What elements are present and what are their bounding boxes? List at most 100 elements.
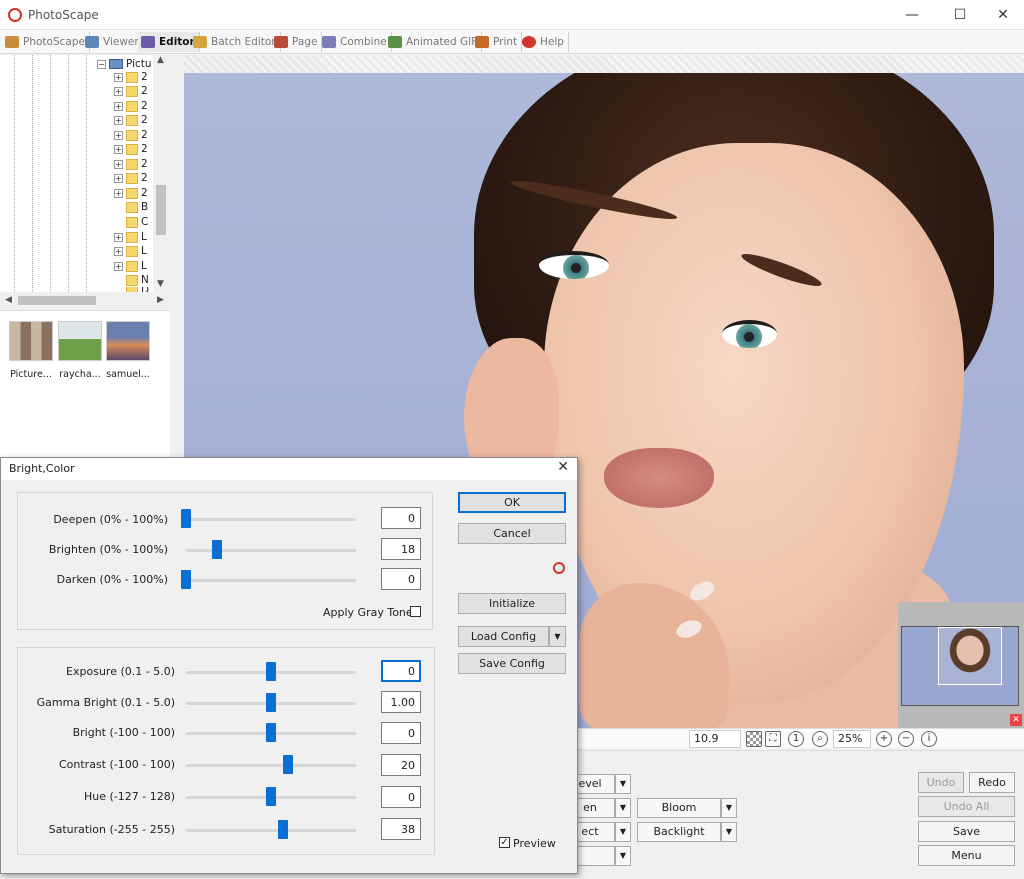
tree-item[interactable]: + L [114, 244, 147, 258]
brighten-slider[interactable] [211, 540, 222, 559]
tree-vertical-scrollbar[interactable]: ▲ ▼ [153, 55, 170, 292]
contrast-value[interactable]: 20 [381, 754, 421, 776]
hue-slider[interactable] [266, 787, 276, 806]
expand-icon[interactable]: + [114, 188, 123, 198]
tree-item[interactable]: + L [114, 230, 147, 244]
save-button[interactable]: Save [918, 821, 1015, 842]
exposure-slider[interactable] [266, 662, 276, 681]
fit-screen-icon[interactable]: ⛶ [765, 731, 781, 747]
scroll-down-icon[interactable]: ▼ [157, 279, 164, 289]
tree-item[interactable]: +2 [114, 99, 148, 113]
scroll-left-icon[interactable]: ◀ [5, 295, 12, 305]
tree-item[interactable]: +2 [114, 142, 148, 156]
gamma-bright-slider[interactable] [266, 693, 276, 712]
thumbnail-item[interactable]: Picture... [8, 321, 54, 380]
effect-dropdown-icon[interactable]: ▼ [615, 822, 631, 842]
tab-viewer[interactable]: Viewer [82, 32, 144, 52]
undo-all-button[interactable]: Undo All [918, 796, 1015, 817]
contrast-track[interactable] [186, 764, 356, 767]
level-dropdown-icon[interactable]: ▼ [615, 774, 631, 794]
save-config-button[interactable]: Save Config [458, 653, 566, 674]
tree-item[interactable]: +2 [114, 128, 148, 142]
saturation-value[interactable]: 38 [381, 818, 421, 840]
collapse-icon[interactable]: − [97, 59, 106, 69]
expand-icon[interactable]: + [114, 115, 123, 125]
brighten-value[interactable]: 18 [381, 538, 421, 560]
expand-icon[interactable]: + [114, 232, 123, 242]
undo-button[interactable]: Undo [918, 772, 964, 793]
bloom-button[interactable]: Bloom [637, 798, 721, 818]
expand-icon[interactable]: + [114, 159, 123, 169]
tree-item[interactable]: +2 [114, 84, 148, 98]
cancel-button[interactable]: Cancel [458, 523, 566, 544]
minimize-button[interactable]: — [892, 4, 932, 26]
tab-photoscape[interactable]: PhotoScape [2, 32, 90, 52]
close-button[interactable]: ✕ [983, 4, 1023, 26]
dialog-close-icon[interactable]: ✕ [557, 459, 569, 475]
expand-icon[interactable]: + [114, 101, 123, 111]
scroll-up-icon[interactable]: ▲ [157, 55, 164, 65]
tree-item[interactable]: +2 [114, 70, 148, 84]
transparency-icon[interactable] [746, 731, 762, 747]
tree-root-pictures[interactable]: − Pictu [97, 58, 152, 70]
zoom-level[interactable]: 25% [833, 730, 871, 748]
scroll-right-icon[interactable]: ▶ [157, 295, 164, 305]
expand-icon[interactable]: + [114, 246, 123, 256]
tree-item[interactable]: C [114, 215, 148, 229]
saturation-slider[interactable] [277, 820, 288, 839]
thumbnail-item[interactable]: samuel... [105, 321, 151, 380]
thumbnail-item[interactable]: raycha... [57, 321, 103, 380]
scrollbar-thumb[interactable] [18, 296, 96, 305]
expand-icon[interactable]: + [114, 261, 123, 271]
load-config-dropdown-icon[interactable]: ▼ [549, 626, 566, 647]
preview-checkbox[interactable]: ✓ [499, 837, 510, 848]
darken-value[interactable]: 0 [381, 568, 421, 590]
navigator-panel[interactable] [898, 602, 1024, 728]
tree-item[interactable]: B [114, 200, 148, 214]
initialize-button[interactable]: Initialize [458, 593, 566, 614]
deepen-track[interactable] [186, 518, 356, 521]
tab-animated-gif[interactable]: Animated GIF [385, 32, 483, 52]
tree-item[interactable]: +2 [114, 186, 148, 200]
expand-icon[interactable]: + [114, 144, 123, 154]
darken-track[interactable] [186, 579, 356, 582]
tree-item[interactable]: +2 [114, 171, 148, 185]
redo-button[interactable]: Redo [969, 772, 1015, 793]
tab-combine[interactable]: Combine [319, 32, 392, 52]
tab-help[interactable]: Help [519, 32, 569, 52]
exposure-value[interactable]: 0 [381, 660, 421, 682]
bright-value[interactable]: 0 [381, 722, 421, 744]
zoom-out-icon[interactable]: − [898, 731, 914, 747]
maximize-button[interactable]: ☐ [940, 4, 980, 26]
backlight-dropdown-icon[interactable]: ▼ [721, 822, 737, 842]
hue-value[interactable]: 0 [381, 786, 421, 808]
tree-item[interactable]: +2 [114, 113, 148, 127]
expand-icon[interactable]: + [114, 173, 123, 183]
filter-dropdown-icon[interactable]: ▼ [615, 846, 631, 866]
sharpen-dropdown-icon[interactable]: ▼ [615, 798, 631, 818]
zoom-in-icon[interactable]: + [876, 731, 892, 747]
tab-print[interactable]: Print [472, 32, 523, 52]
tree-item[interactable]: N [114, 273, 149, 287]
actual-size-icon[interactable]: 1 [788, 731, 804, 747]
navigator-viewport[interactable] [938, 627, 1002, 685]
deepen-value[interactable]: 0 [381, 507, 421, 529]
zoom-fit-icon[interactable]: ⌕ [812, 731, 828, 747]
darken-slider[interactable] [181, 570, 191, 589]
tab-page[interactable]: Page [271, 32, 323, 52]
load-config-button[interactable]: Load Config [458, 626, 549, 647]
gamma-bright-value[interactable]: 1.00 [381, 691, 421, 713]
tree-item[interactable]: +2 [114, 157, 148, 171]
navigator-close-icon[interactable]: ✕ [1010, 714, 1022, 726]
backlight-button[interactable]: Backlight [637, 822, 721, 842]
contrast-slider[interactable] [283, 755, 293, 774]
menu-button[interactable]: Menu [918, 845, 1015, 866]
saturation-track[interactable] [186, 829, 356, 832]
bright-slider[interactable] [266, 723, 276, 742]
ok-button[interactable]: OK [458, 492, 566, 513]
expand-icon[interactable]: + [114, 86, 123, 96]
apply-gray-tone-checkbox[interactable] [410, 606, 421, 617]
expand-icon[interactable]: + [114, 130, 123, 140]
scrollbar-thumb[interactable] [156, 185, 166, 235]
tree-item[interactable]: + L [114, 259, 147, 273]
